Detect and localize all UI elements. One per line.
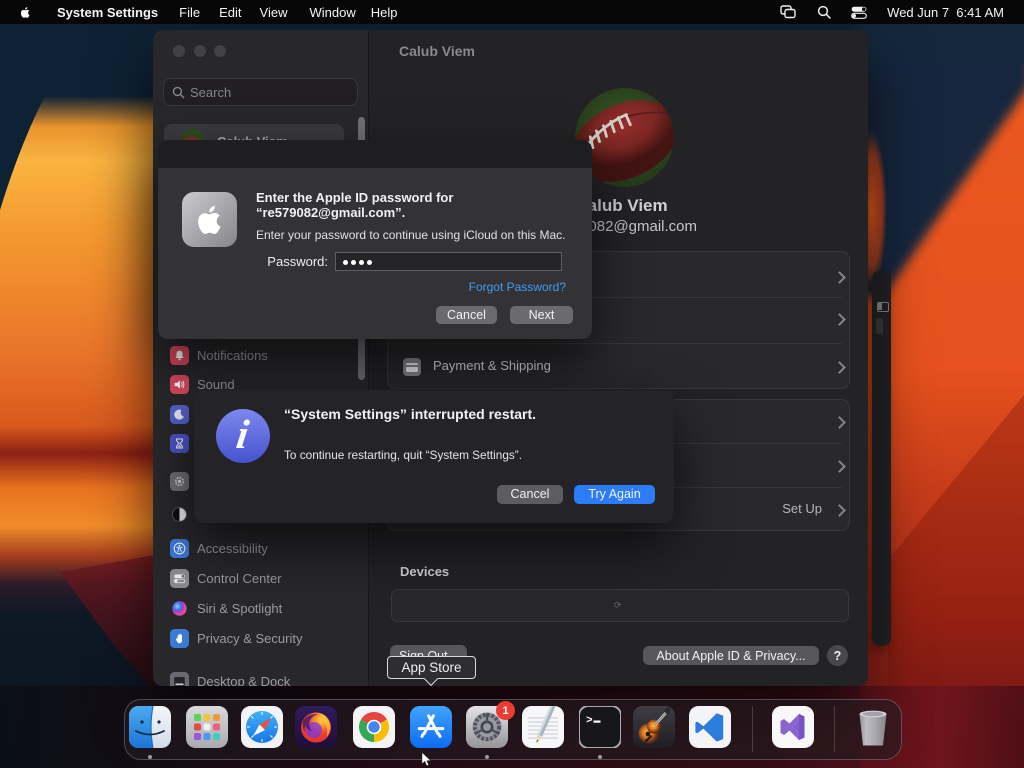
svg-text:>: >	[586, 715, 593, 727]
